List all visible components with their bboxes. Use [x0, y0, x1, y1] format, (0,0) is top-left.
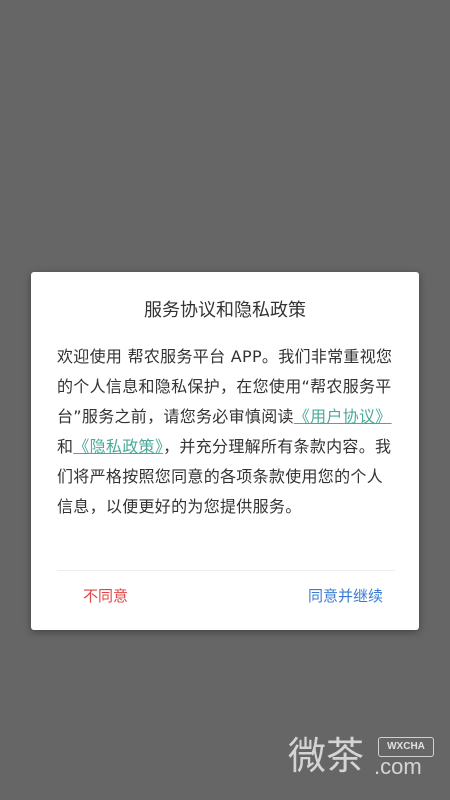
- agree-continue-button[interactable]: 同意并继续: [308, 582, 383, 612]
- agreement-dialog: 服务协议和隐私政策 欢迎使用 帮农服务平台 APP。我们非常重视您的个人信息和隐…: [31, 272, 419, 630]
- dialog-divider: [57, 570, 395, 571]
- dialog-body: 欢迎使用 帮农服务平台 APP。我们非常重视您的个人信息和隐私保护，在您使用“帮…: [57, 342, 397, 522]
- watermark-com-text: .com: [374, 754, 422, 779]
- user-agreement-link[interactable]: 《用户协议》: [294, 407, 392, 426]
- watermark-cn-text: 微茶: [288, 734, 365, 778]
- dialog-title: 服务协议和隐私政策: [144, 300, 306, 321]
- body-text-and: 和: [57, 437, 74, 456]
- watermark-logo: 微茶 WXCHA .com: [288, 734, 438, 784]
- privacy-policy-link[interactable]: 《隐私政策》: [73, 437, 163, 456]
- disagree-button[interactable]: 不同意: [83, 582, 128, 612]
